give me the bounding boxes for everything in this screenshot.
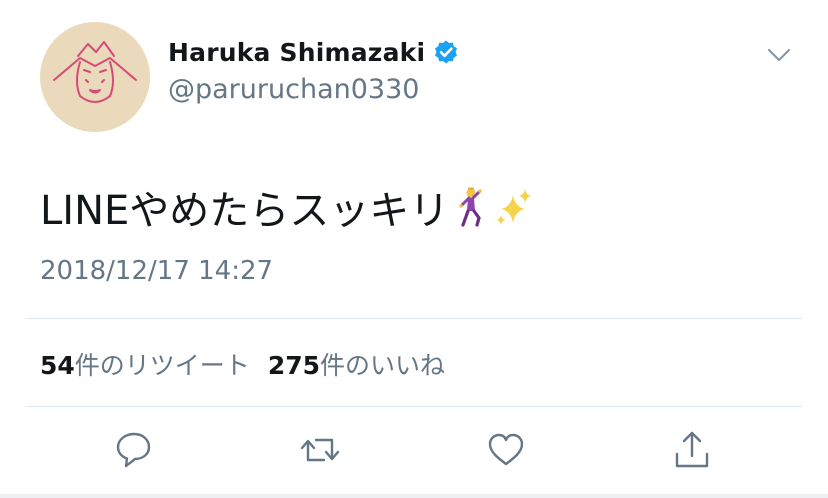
share-icon[interactable] [670, 428, 714, 472]
verified-badge-icon [433, 39, 459, 65]
divider [26, 406, 802, 407]
likes-count: 275 [267, 351, 320, 380]
tweet-timestamp[interactable]: 2018/12/17 14:27 [40, 256, 273, 286]
avatar[interactable] [40, 22, 150, 132]
chevron-down-icon[interactable] [766, 46, 792, 64]
avatar-drawing-icon [53, 41, 137, 103]
tweet-text-content: LINEやめたらスッキリ [40, 188, 450, 234]
tweet-text: LINEやめたらスッキリ [40, 178, 533, 236]
likes-stat[interactable]: 275件のいいね [268, 351, 445, 380]
retweets-label: 件のリツイート [74, 351, 250, 380]
retweets-count: 54 [40, 351, 75, 380]
tweet-stats: 54件のリツイート 275件のいいね [40, 346, 445, 382]
reply-icon[interactable] [112, 428, 156, 472]
like-icon[interactable] [484, 428, 528, 472]
display-name[interactable]: Haruka Shimazaki [168, 38, 425, 67]
author-name-row[interactable]: Haruka Shimazaki [168, 34, 459, 70]
tweet-actions [0, 428, 828, 474]
man-dancing-icon [451, 185, 491, 229]
bottom-edge [0, 494, 828, 498]
retweet-icon[interactable] [298, 428, 342, 472]
user-handle[interactable]: @paruruchan0330 [168, 74, 419, 105]
sparkles-icon [493, 185, 533, 229]
retweets-stat[interactable]: 54件のリツイート [40, 351, 250, 380]
likes-label: 件のいいね [320, 351, 446, 380]
divider [26, 318, 802, 319]
